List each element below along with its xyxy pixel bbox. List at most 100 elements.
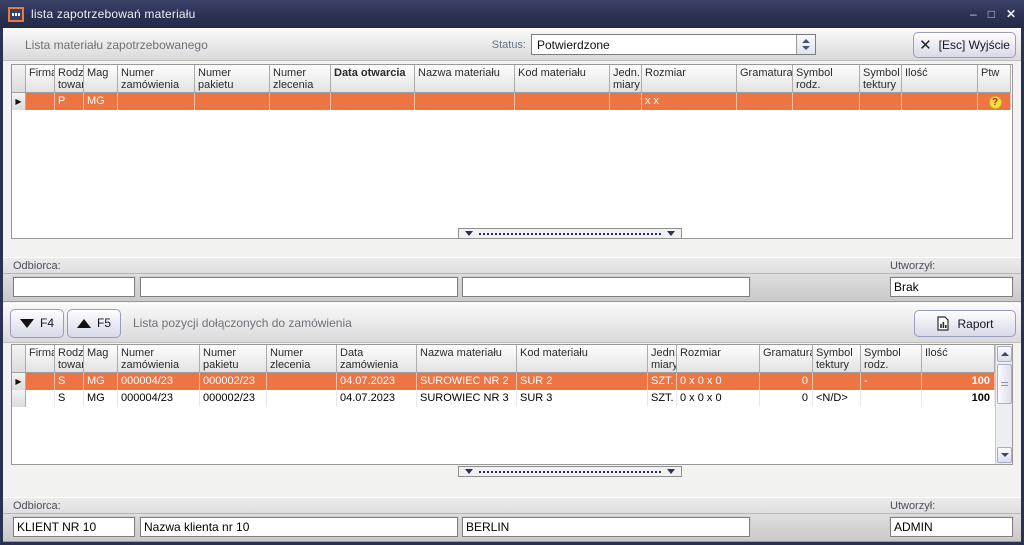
recipient-code-field[interactable] <box>13 277 135 297</box>
col-numer-zlecenia[interactable]: Numer zlecenia <box>270 65 331 93</box>
col-numer-pakietu[interactable]: Numer pakietu <box>195 65 270 93</box>
recipient-city-field[interactable] <box>462 277 750 297</box>
col-data-zamowienia[interactable]: Data zamówienia <box>337 345 417 373</box>
col-symbol-rodz-materialu[interactable]: Symbol rodz. materiału <box>793 65 860 93</box>
header-selector <box>12 345 26 373</box>
cell-symbol-rodz: - <box>861 373 922 390</box>
chevron-down-icon <box>667 469 675 474</box>
col-jedn-miary[interactable]: Jedn. miary <box>648 345 677 373</box>
scroll-down-button[interactable] <box>997 447 1012 463</box>
col-symbol-tektury[interactable]: Symbol tektury <box>813 345 861 373</box>
col-rozmiar[interactable]: Rozmiar <box>677 345 760 373</box>
maximize-icon[interactable]: □ <box>988 8 995 20</box>
col-nazwa-materialu[interactable]: Nazwa materiału <box>415 65 515 93</box>
col-nazwa-materialu[interactable]: Nazwa materiału <box>417 345 517 373</box>
cell-symbol-tektury <box>860 93 902 110</box>
cell-rozmiar: 0 x 0 x 0 <box>677 390 760 407</box>
col-gramatura[interactable]: Gramatura <box>737 65 793 93</box>
arrow-up-icon <box>1001 352 1009 356</box>
utworzyl-label: Utworzył: <box>890 260 935 272</box>
cell-gramatura: 0 <box>760 390 813 407</box>
col-ptw[interactable]: Ptw <box>978 65 1011 93</box>
cell-kod-materialu <box>515 93 610 110</box>
cell-jedn-miary: SZT. <box>648 373 677 390</box>
col-numer-zlecenia[interactable]: Numer zlecenia <box>267 345 337 373</box>
col-data-otwarcia[interactable]: Data otwarcia <box>331 65 415 93</box>
col-firma[interactable]: Firma <box>26 345 55 373</box>
recipient-city-field[interactable] <box>462 517 750 537</box>
col-ilosc[interactable]: Ilość <box>922 345 995 373</box>
arrow-up-icon <box>77 319 91 328</box>
created-by-field[interactable] <box>890 277 1013 297</box>
cell-kod-materialu: SUR 2 <box>517 373 648 390</box>
table-row[interactable]: ▶ S MG 000004/23 000002/23 04.07.2023 SU… <box>12 373 1012 390</box>
col-mag[interactable]: Mag <box>84 65 118 93</box>
col-rodz-towar[interactable]: Rodz towar <box>55 345 84 373</box>
spinner-up-icon[interactable] <box>802 39 810 43</box>
arrow-down-icon <box>1001 453 1009 457</box>
col-numer-zamowienia[interactable]: Numer zamówienia <box>118 345 200 373</box>
col-rozmiar[interactable]: Rozmiar <box>642 65 737 93</box>
requirements-grid-header: Firma Rodz towar Mag Numer zamówienia Nu… <box>12 65 1012 93</box>
f5-button[interactable]: F5 <box>67 309 121 338</box>
minimize-icon[interactable]: – <box>970 8 977 20</box>
table-row[interactable]: S MG 000004/23 000002/23 04.07.2023 SURO… <box>12 390 1012 407</box>
col-symbol-rodz-materialu[interactable]: Symbol rodz. materiału <box>861 345 922 373</box>
f4-button[interactable]: F4 <box>10 309 64 338</box>
col-firma[interactable]: Firma <box>26 65 55 93</box>
splitter-dots <box>479 233 661 235</box>
recipient-code-field[interactable] <box>13 517 135 537</box>
col-kod-materialu[interactable]: Kod materiału <box>515 65 610 93</box>
cell-gramatura <box>737 93 793 110</box>
exit-button[interactable]: ✕ [Esc] Wyjście <box>913 32 1016 58</box>
cell-numer-zamowienia: 000004/23 <box>118 390 200 407</box>
close-icon[interactable]: ✕ <box>1006 8 1016 20</box>
odbiorca-label: Odbiorca: <box>13 500 61 512</box>
cell-rodz: P <box>55 93 84 110</box>
row-marker-icon: ▶ <box>12 93 26 110</box>
col-symbol-tektury[interactable]: Symbol tektury <box>860 65 902 93</box>
created-by-field[interactable] <box>890 517 1013 537</box>
table-row[interactable]: ▶ P MG x x ? <box>12 93 1012 110</box>
vertical-scrollbar[interactable] <box>995 345 1012 464</box>
cell-ptw: ? <box>978 93 1011 110</box>
app-window: lista zapotrzebowań materiału – □ ✕ List… <box>0 0 1024 545</box>
scrollbar-thumb[interactable] <box>997 364 1012 404</box>
positions-grid-header: Firma Rodz towar Mag Numer zamówienia Nu… <box>12 345 1012 373</box>
splitter-dots <box>479 471 661 473</box>
recipient-name-field[interactable] <box>140 277 458 297</box>
cell-ilosc: 100 <box>922 373 995 390</box>
cell-symbol-tektury: <N/D> <box>813 390 861 407</box>
exit-button-label: [Esc] Wyjście <box>939 38 1010 52</box>
grid-collapse-splitter[interactable] <box>458 228 682 239</box>
status-spinner[interactable] <box>796 35 815 54</box>
cell-numer-zlecenia <box>267 373 337 390</box>
cell-firma <box>26 93 55 110</box>
col-numer-zamowienia[interactable]: Numer zamówienia <box>118 65 195 93</box>
list-caption: Lista materiału zapotrzebowanego <box>25 38 208 52</box>
row-marker-icon: ▶ <box>12 373 26 390</box>
cell-kod-materialu: SUR 3 <box>517 390 648 407</box>
col-gramatura[interactable]: Gramatura <box>760 345 813 373</box>
close-x-icon: ✕ <box>919 36 932 54</box>
header-selector <box>12 65 26 93</box>
spinner-down-icon[interactable] <box>802 46 810 50</box>
status-combobox[interactable]: Potwierdzone <box>531 34 816 55</box>
col-kod-materialu[interactable]: Kod materiału <box>517 345 648 373</box>
col-rodz-towar[interactable]: Rodz towar <box>55 65 84 93</box>
col-numer-pakietu[interactable]: Numer pakietu <box>200 345 267 373</box>
cell-jedn-miary <box>610 93 642 110</box>
scroll-up-button[interactable] <box>997 346 1012 362</box>
title-bar[interactable]: lista zapotrzebowań materiału – □ ✕ <box>0 0 1024 28</box>
cell-numer-zamowienia <box>118 93 195 110</box>
col-ilosc[interactable]: Ilość <box>902 65 978 93</box>
recipient-name-field[interactable] <box>140 517 458 537</box>
col-mag[interactable]: Mag <box>84 345 118 373</box>
recipient-panel-lower: Odbiorca: Utworzył: <box>3 497 1021 542</box>
grid-collapse-splitter[interactable] <box>458 466 682 477</box>
report-button[interactable]: Raport <box>914 310 1016 337</box>
cell-ilosc <box>902 93 978 110</box>
chevron-down-icon <box>465 469 473 474</box>
cell-nazwa-materialu <box>415 93 515 110</box>
col-jedn-miary[interactable]: Jedn. miary <box>610 65 642 93</box>
